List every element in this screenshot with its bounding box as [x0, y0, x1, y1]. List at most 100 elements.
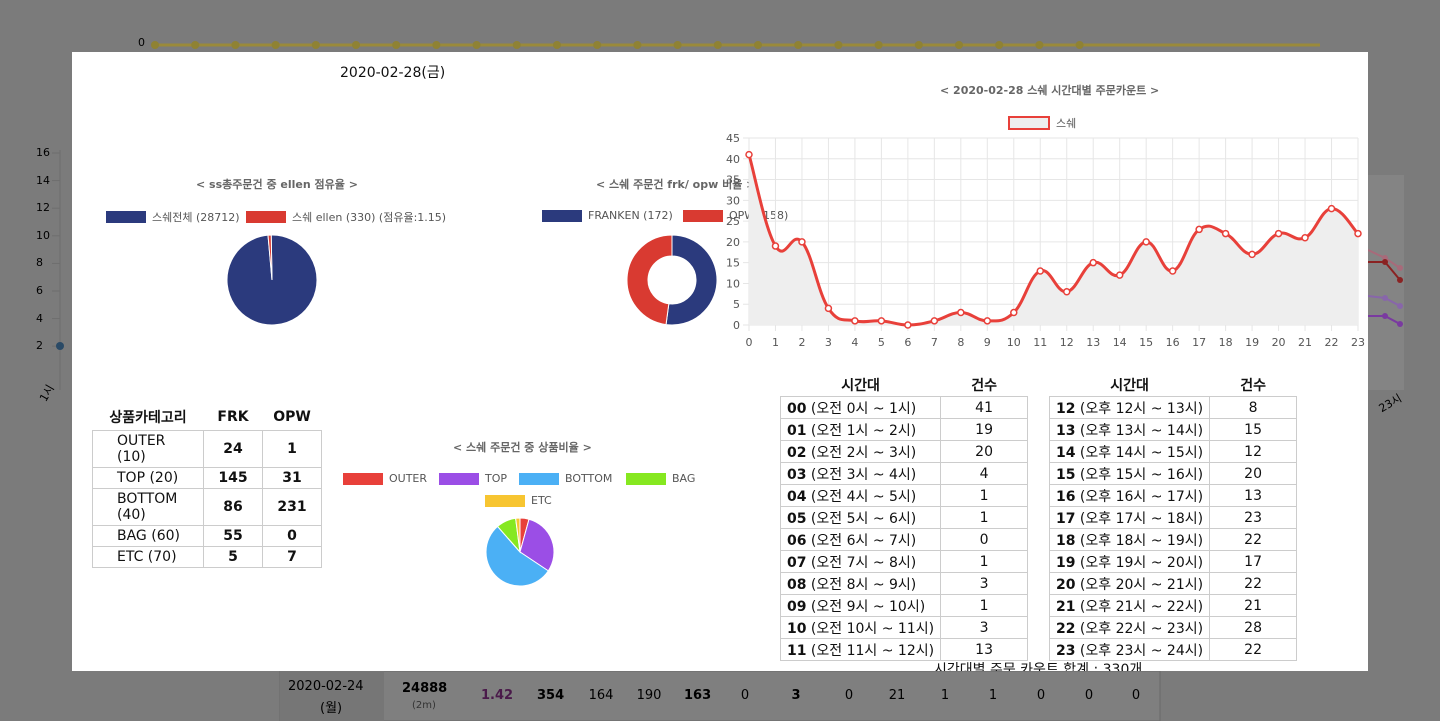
hours-cell-count: 17: [1209, 550, 1298, 573]
line-point[interactable]: [904, 321, 912, 329]
legend-label: 스쉐 ellen (330) (점유율:1.15): [292, 211, 447, 224]
hour-range: (오전 0시 ~ 1시): [806, 400, 917, 417]
x-tick-label: 3: [825, 336, 832, 349]
hours-cell-count: 28: [1209, 616, 1298, 639]
category-pie-chart: [485, 517, 555, 587]
hours-cell-range: 05 (오전 5시 ~ 6시): [779, 506, 942, 529]
background-top-point: [874, 41, 883, 49]
line-point[interactable]: [1354, 229, 1362, 238]
category-legend-bag[interactable]: BAG: [626, 472, 695, 485]
line-point[interactable]: [877, 317, 886, 325]
donut-legend-franken[interactable]: FRANKEN (172): [542, 209, 673, 222]
hours-row: 05 (오전 5시 ~ 6시) 1: [779, 506, 1029, 529]
hour-range: (오후 19시 ~ 20시): [1075, 554, 1204, 571]
background-row-total: 24888: [402, 681, 448, 696]
x-tick-label: 19: [1245, 336, 1259, 349]
line-point[interactable]: [851, 317, 859, 325]
legend-swatch: [106, 211, 146, 223]
share-pie-legend-total[interactable]: 스쉐전체 (28712): [106, 209, 240, 225]
hours-row: 21 (오후 21시 ~ 22시) 21: [1048, 594, 1298, 617]
hours-cell-count: 8: [1209, 396, 1298, 419]
background-top-point: [754, 41, 762, 49]
hours-cell-range: 06 (오전 6시 ~ 7시): [779, 528, 942, 551]
line-point[interactable]: [1115, 271, 1124, 279]
hour-code: 02: [787, 444, 807, 461]
background-row-cell: 0: [1084, 688, 1094, 703]
background-y-tick: 6: [36, 284, 43, 297]
line-point[interactable]: [1195, 225, 1203, 234]
hours-cell-range: 22 (오후 22시 ~ 23시): [1048, 616, 1211, 639]
hours-cell-count: 13: [940, 638, 1029, 661]
hours-row: 04 (오전 4시 ~ 5시) 1: [779, 484, 1029, 507]
background-row-cell: 0: [1036, 688, 1046, 703]
background-top-point: [593, 41, 602, 49]
pie-slice[interactable]: [626, 234, 673, 326]
hour-code: 08: [787, 576, 807, 593]
hours-cell-range: 18 (오후 18시 ~ 19시): [1048, 528, 1211, 551]
line-point[interactable]: [1062, 288, 1071, 296]
line-point[interactable]: [930, 317, 939, 325]
line-point[interactable]: [1221, 229, 1230, 238]
hours-cell-range: 07 (오전 7시 ~ 8시): [779, 550, 942, 573]
x-tick-label: 21: [1298, 336, 1312, 349]
legend-label: FRANKEN (172): [588, 209, 673, 222]
background-row-date: 2020-02-24: [288, 679, 364, 694]
hours-row: 03 (오전 3시 ~ 4시) 4: [779, 462, 1029, 485]
hour-code: 20: [1056, 576, 1076, 593]
hour-range: (오후 16시 ~ 17시): [1075, 488, 1204, 505]
hours-cell-count: 1: [940, 594, 1029, 617]
category-legend-top[interactable]: TOP: [439, 472, 507, 485]
category-cell-label: TOP (20): [92, 467, 204, 489]
category-legend-bottom[interactable]: BOTTOM: [519, 472, 612, 485]
hours-cell-range: 16 (오후 16시 ~ 17시): [1048, 484, 1211, 507]
x-tick-label: 18: [1219, 336, 1233, 349]
line-point[interactable]: [1010, 308, 1018, 317]
x-tick-label: 1: [772, 336, 779, 349]
background-top-point: [1075, 41, 1084, 49]
x-tick-label: 15: [1139, 336, 1153, 349]
line-point[interactable]: [1274, 229, 1283, 238]
hour-range: (오전 5시 ~ 6시): [806, 510, 917, 527]
background-top-point: [955, 41, 963, 49]
line-point[interactable]: [745, 150, 753, 159]
hour-code: 06: [787, 532, 807, 549]
line-point[interactable]: [1089, 258, 1097, 267]
line-point[interactable]: [771, 242, 780, 250]
hours-cell-count: 4: [940, 462, 1029, 485]
line-point[interactable]: [957, 308, 965, 317]
category-cell-frk: 55: [203, 525, 263, 547]
line-point[interactable]: [1142, 238, 1150, 246]
legend-swatch: [343, 472, 383, 485]
share-pie-legend-ellen[interactable]: 스쉐 ellen (330) (점유율:1.15): [246, 209, 446, 225]
category-row: OUTER (10) 24 1: [92, 430, 322, 468]
line-point[interactable]: [983, 317, 992, 325]
pie-slice[interactable]: [665, 234, 718, 326]
background-top-point: [914, 41, 923, 49]
y-tick-label: 45: [726, 132, 740, 145]
category-cell-opw: 7: [262, 546, 322, 568]
line-point[interactable]: [824, 304, 833, 313]
background-top-point: [271, 41, 280, 49]
hours-cell-range: 02 (오전 2시 ~ 3시): [779, 440, 942, 463]
line-point[interactable]: [1327, 204, 1336, 213]
hours-cell-range: 21 (오후 21시 ~ 22시): [1048, 594, 1211, 617]
count-header: 건수: [1240, 378, 1266, 394]
hours-cell-count: 23: [1209, 506, 1298, 529]
line-point[interactable]: [798, 238, 806, 246]
x-tick-label: 11: [1033, 336, 1047, 349]
category-legend-etc[interactable]: ETC: [485, 494, 552, 507]
hours-row: 22 (오후 22시 ~ 23시) 28: [1048, 616, 1298, 639]
line-point[interactable]: [1248, 250, 1256, 259]
legend-label: 스쉐전체 (28712): [152, 211, 240, 224]
hour-code: 00: [787, 400, 807, 417]
line-point[interactable]: [1301, 233, 1309, 242]
category-cell-label: ETC (70): [92, 546, 204, 568]
x-tick-label: 12: [1060, 336, 1074, 349]
category-legend-outer[interactable]: OUTER: [343, 472, 427, 485]
category-cell-frk: 145: [203, 467, 263, 489]
share-pie-title: < ss총주문건 중 ellen 점유율 >: [196, 178, 358, 191]
line-point[interactable]: [1036, 267, 1045, 275]
hours-cell-count: 22: [1209, 528, 1298, 551]
background-top-point: [553, 41, 561, 49]
line-point[interactable]: [1168, 267, 1177, 275]
